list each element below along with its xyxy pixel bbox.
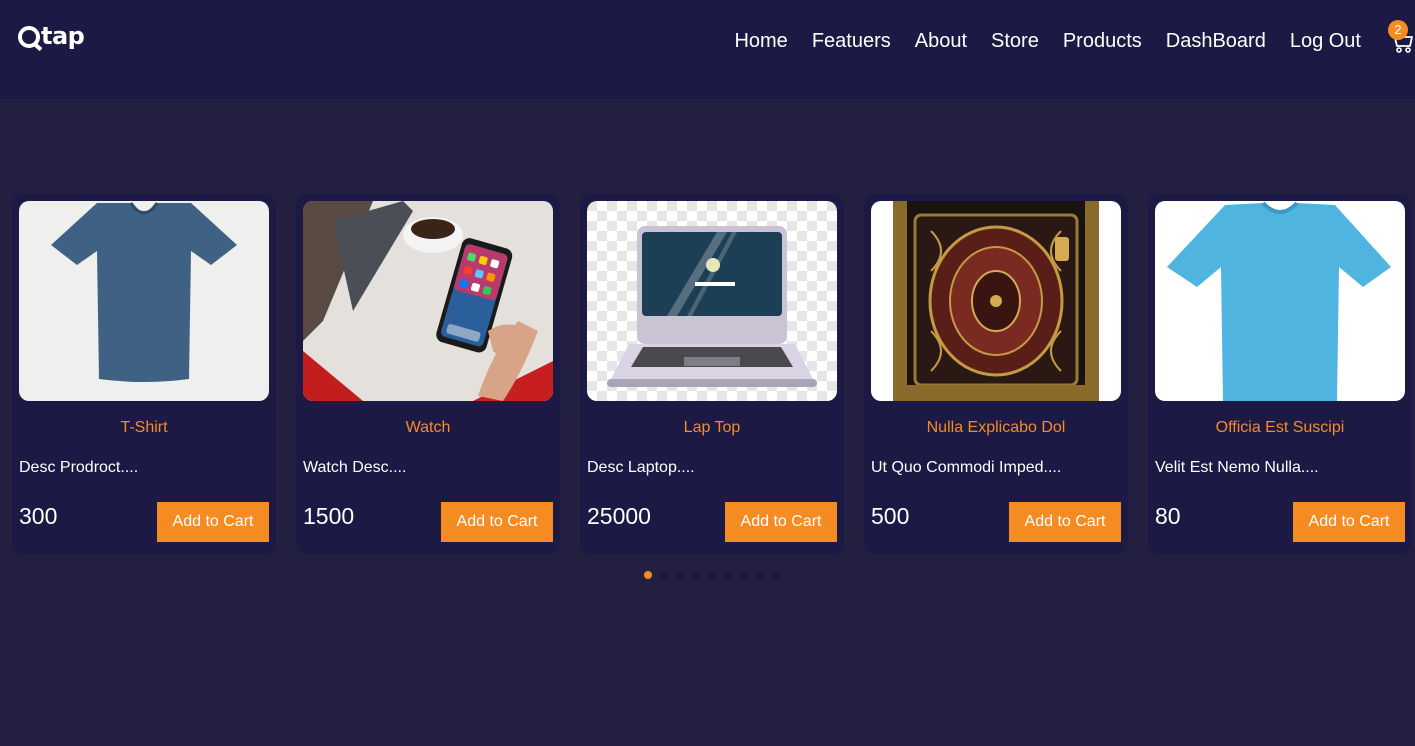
product-description: Desc Laptop.... — [587, 459, 695, 476]
laptop-image — [587, 201, 837, 401]
product-price: 1500 — [303, 503, 355, 529]
add-to-cart-button[interactable]: Add to Cart — [1009, 502, 1121, 542]
product-card: Watch Watch Desc.... 1500 Add to Cart — [296, 194, 560, 554]
pagination-dot-4[interactable] — [692, 571, 700, 579]
brand-name: tap — [41, 22, 85, 50]
pagination-dot-2[interactable] — [660, 571, 668, 579]
product-carousel: T-Shirt Desc Prodroct.... 300 Add to Car… — [12, 194, 1412, 554]
carousel-pagination — [644, 571, 780, 579]
logo-mark-icon — [18, 26, 40, 48]
main-nav: Home Featuers About Store Products DashB… — [710, 28, 1361, 54]
pagination-dot-3[interactable] — [676, 571, 684, 579]
pagination-dot-9[interactable] — [772, 571, 780, 579]
product-card: Nulla Explicabo Dol Ut Quo Commodi Imped… — [864, 194, 1128, 554]
product-price: 500 — [871, 503, 910, 529]
tshirt-blue-image — [1155, 201, 1405, 401]
nav-features[interactable]: Featuers — [812, 28, 891, 54]
product-description: Velit Est Nemo Nulla.... — [1155, 459, 1319, 476]
nav-store[interactable]: Store — [991, 28, 1039, 54]
product-card: T-Shirt Desc Prodroct.... 300 Add to Car… — [12, 194, 276, 554]
add-to-cart-button[interactable]: Add to Cart — [157, 502, 269, 542]
phone-image — [303, 201, 553, 401]
pagination-dot-8[interactable] — [756, 571, 764, 579]
product-description: Desc Prodroct.... — [19, 459, 139, 476]
product-price: 300 — [19, 503, 58, 529]
pagination-dot-7[interactable] — [740, 571, 748, 579]
nav-logout[interactable]: Log Out — [1290, 28, 1361, 54]
tshirt-image — [19, 201, 269, 401]
product-price: 80 — [1155, 503, 1181, 529]
pagination-dot-5[interactable] — [708, 571, 716, 579]
product-card: Officia Est Suscipi Velit Est Nemo Nulla… — [1148, 194, 1412, 554]
product-description: Watch Desc.... — [303, 459, 407, 476]
product-card: Lap Top Desc Laptop.... 25000 Add to Car… — [580, 194, 844, 554]
brand-logo[interactable]: tap — [18, 22, 85, 50]
product-title: Nulla Explicabo Dol — [926, 419, 1066, 436]
cart-button[interactable]: 2 — [1388, 20, 1415, 54]
nav-dashboard[interactable]: DashBoard — [1166, 28, 1266, 54]
product-title: Watch — [405, 419, 451, 436]
add-to-cart-button[interactable]: Add to Cart — [441, 502, 553, 542]
product-title: Officia Est Suscipi — [1215, 419, 1345, 436]
product-price: 25000 — [587, 503, 651, 529]
cart-count-badge: 2 — [1388, 20, 1408, 40]
add-to-cart-button[interactable]: Add to Cart — [1293, 502, 1405, 542]
top-navbar: tap Home Featuers About Store Products D… — [0, 0, 1415, 99]
product-title: Lap Top — [683, 419, 741, 436]
nav-products[interactable]: Products — [1063, 28, 1142, 54]
product-title: T-Shirt — [120, 419, 168, 436]
nav-about[interactable]: About — [915, 28, 967, 54]
product-description: Ut Quo Commodi Imped.... — [871, 459, 1062, 476]
pagination-dot-6[interactable] — [724, 571, 732, 579]
add-to-cart-button[interactable]: Add to Cart — [725, 502, 837, 542]
nav-home[interactable]: Home — [734, 28, 787, 54]
cabinet-image — [871, 201, 1121, 401]
pagination-dot-1[interactable] — [644, 571, 652, 579]
